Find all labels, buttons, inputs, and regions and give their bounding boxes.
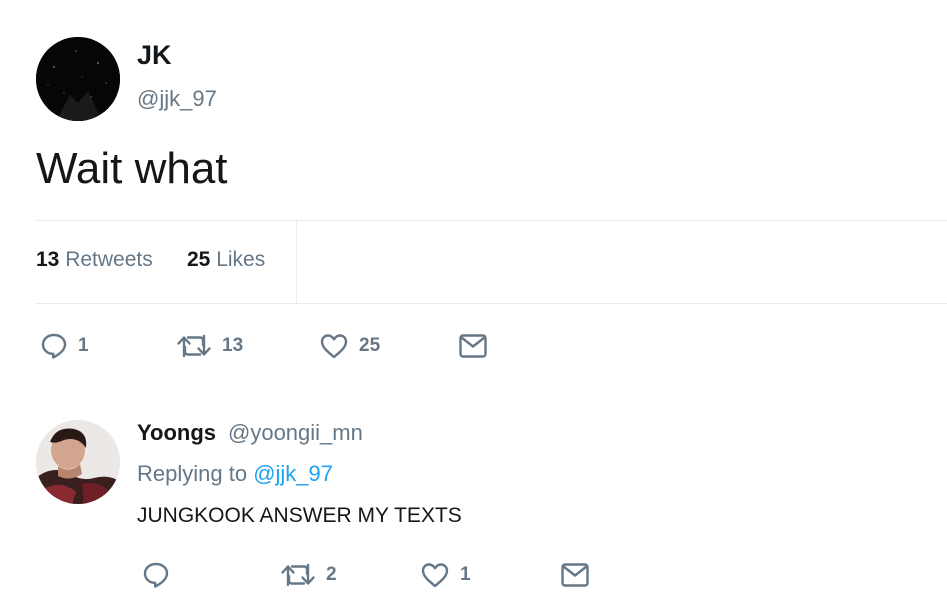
likes-stat[interactable]: 25 Likes: [187, 248, 265, 272]
reply-button[interactable]: 1: [40, 332, 89, 360]
like-button[interactable]: 25: [319, 332, 380, 360]
reply-like-button[interactable]: 1: [420, 561, 471, 589]
replying-to-label: Replying to: [137, 461, 248, 486]
message-button[interactable]: [458, 333, 488, 359]
retweets-label: Retweets: [65, 248, 153, 271]
reply-reply-button[interactable]: [142, 561, 170, 589]
like-count: 25: [359, 335, 381, 356]
reply-retweet-button[interactable]: 2: [280, 561, 337, 589]
likes-label: Likes: [216, 248, 266, 271]
author-avatar[interactable]: [36, 37, 120, 121]
retweet-button[interactable]: 13: [176, 332, 243, 360]
author-handle[interactable]: @jjk_97: [137, 86, 217, 112]
reply-author-handle[interactable]: @yoongii_mn: [228, 420, 363, 446]
reply-text: JUNGKOOK ANSWER MY TEXTS: [137, 504, 462, 527]
reply-icon: [143, 562, 169, 588]
retweets-stat[interactable]: 13 Retweets: [36, 248, 153, 272]
retweets-count: 13: [36, 248, 60, 271]
reply-icon: [41, 333, 67, 359]
tweet-stats: 13 Retweets 25 Likes: [36, 220, 947, 304]
retweet-icon: [281, 563, 315, 587]
replying-to-mention[interactable]: @jjk_97: [253, 461, 333, 486]
replying-to: Replying to @jjk_97: [137, 461, 333, 487]
retweet-icon: [177, 334, 211, 358]
reply-message-button[interactable]: [560, 562, 590, 588]
heart-icon: [320, 334, 348, 359]
reply-author-name[interactable]: Yoongs: [137, 420, 216, 446]
envelope-icon: [561, 563, 589, 587]
author-name[interactable]: JK: [137, 40, 172, 71]
envelope-icon: [459, 334, 487, 358]
retweet-count: 13: [222, 335, 244, 356]
stats-group: 13 Retweets 25 Likes: [36, 221, 297, 303]
heart-icon: [421, 563, 449, 588]
reply-count: 1: [78, 335, 89, 356]
reply-retweet-count: 2: [326, 564, 337, 585]
reply-author-avatar[interactable]: [36, 420, 120, 504]
reply-like-count: 1: [460, 564, 471, 585]
tweet-text: Wait what: [36, 144, 228, 193]
likes-count: 25: [187, 248, 211, 271]
